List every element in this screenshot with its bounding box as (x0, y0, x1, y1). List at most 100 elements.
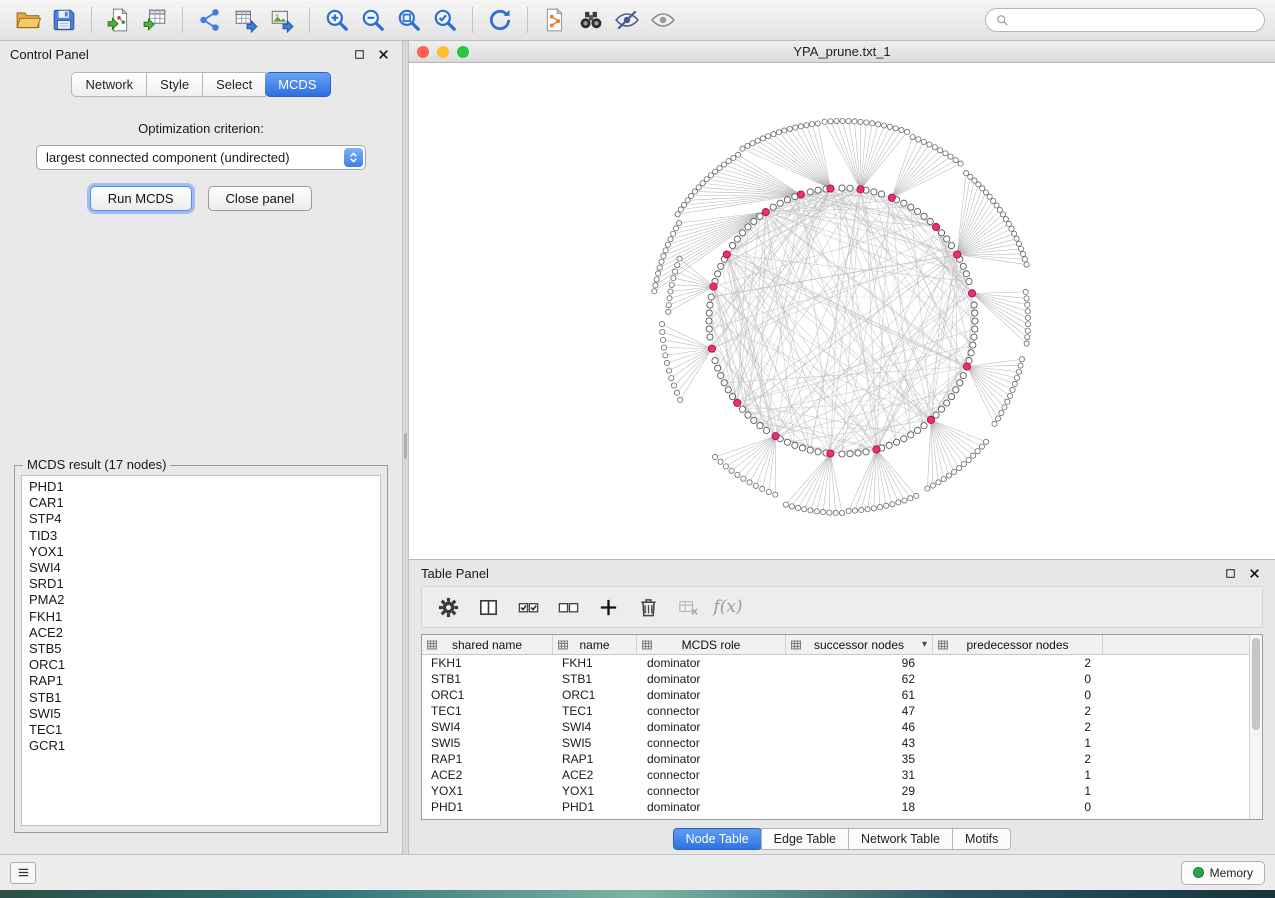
search-input[interactable] (1016, 13, 1255, 27)
network-view[interactable] (409, 63, 1275, 559)
column-header-successor-nodes[interactable]: successor nodes▾ (786, 635, 933, 654)
network-titlebar[interactable]: YPA_prune.txt_1 (409, 41, 1275, 63)
table-row-swi5[interactable]: SWI5SWI5connector431 (422, 735, 1249, 751)
show-all-icon (650, 7, 676, 33)
import-network-button[interactable] (101, 4, 137, 36)
result-node-phd1[interactable]: PHD1 (29, 479, 380, 495)
open-folder-button[interactable] (10, 4, 46, 36)
tab-select[interactable]: Select (203, 72, 266, 97)
mcds-result-list[interactable]: PHD1CAR1STP4TID3YOX1SWI4SRD1PMA2FKH1ACE2… (21, 475, 381, 826)
export-image-button[interactable] (264, 4, 300, 36)
result-node-srd1[interactable]: SRD1 (29, 576, 380, 592)
tab-motifs[interactable]: Motifs (952, 828, 1011, 850)
table-row-rap1[interactable]: RAP1RAP1dominator352 (422, 751, 1249, 767)
optimization-criterion-dropdown[interactable]: largest connected component (undirected) (36, 145, 366, 170)
close-panel-icon[interactable] (374, 46, 392, 64)
split-columns-icon (477, 596, 500, 619)
memory-button[interactable]: Memory (1181, 861, 1265, 885)
table-scrollbar[interactable] (1249, 635, 1262, 819)
column-header-predecessor-nodes[interactable]: predecessor nodes (933, 635, 1103, 654)
result-node-orc1[interactable]: ORC1 (29, 657, 380, 673)
tab-mcds[interactable]: MCDS (265, 72, 330, 97)
table-row-phd1[interactable]: PHD1PHD1dominator180 (422, 799, 1249, 815)
cell: 46 (786, 720, 933, 734)
table-row-stb1[interactable]: STB1STB1dominator620 (422, 671, 1249, 687)
float-panel-icon[interactable] (350, 46, 368, 64)
zoom-fit-button[interactable] (391, 4, 427, 36)
result-node-gcr1[interactable]: GCR1 (29, 738, 380, 754)
cell: 2 (933, 704, 1103, 718)
delete-column-button[interactable] (632, 591, 664, 623)
result-node-stb5[interactable]: STB5 (29, 641, 380, 657)
settings-gear-button[interactable] (432, 591, 464, 623)
column-header-shared-name[interactable]: shared name (422, 635, 553, 654)
result-node-tec1[interactable]: TEC1 (29, 722, 380, 738)
zoom-selected-button[interactable] (427, 4, 463, 36)
table-row-yox1[interactable]: YOX1YOX1connector291 (422, 783, 1249, 799)
table-row-orc1[interactable]: ORC1ORC1dominator610 (422, 687, 1249, 703)
save-button[interactable] (46, 4, 82, 36)
table-tabs: Node TableEdge TableNetwork TableMotifs (409, 824, 1275, 854)
search-box[interactable] (985, 8, 1265, 32)
zoom-out-button[interactable] (355, 4, 391, 36)
result-node-pma2[interactable]: PMA2 (29, 592, 380, 608)
run-mcds-button[interactable]: Run MCDS (90, 186, 192, 211)
cell: ORC1 (553, 688, 637, 702)
control-panel-tabs: NetworkStyleSelectMCDS (0, 72, 402, 97)
table-row-swi4[interactable]: SWI4SWI4dominator462 (422, 719, 1249, 735)
result-node-swi5[interactable]: SWI5 (29, 706, 380, 722)
result-node-stp4[interactable]: STP4 (29, 511, 380, 527)
close-table-panel-icon[interactable] (1245, 564, 1263, 582)
column-label: MCDS role (682, 638, 741, 652)
cytoscape-app-window: Control Panel NetworkStyleSelectMCDS Opt… (0, 0, 1275, 898)
column-header-MCDS-role[interactable]: MCDS role (637, 635, 786, 654)
table-toolbar: f(x) (421, 586, 1263, 628)
save-icon (51, 7, 77, 33)
table-row-ace2[interactable]: ACE2ACE2connector311 (422, 767, 1249, 783)
tab-style[interactable]: Style (147, 72, 203, 97)
result-node-swi4[interactable]: SWI4 (29, 560, 380, 576)
status-menu-button[interactable] (10, 862, 36, 884)
refresh-layout-button[interactable] (482, 4, 518, 36)
tab-network[interactable]: Network (71, 72, 147, 97)
function-builder-button[interactable]: f(x) (712, 591, 744, 623)
export-table-button[interactable] (228, 4, 264, 36)
import-table-button[interactable] (137, 4, 173, 36)
export-network-button[interactable] (192, 4, 228, 36)
status-bar: Memory (0, 854, 1275, 890)
result-node-fkh1[interactable]: FKH1 (29, 609, 380, 625)
select-all-button[interactable] (512, 591, 544, 623)
panel-splitter[interactable] (402, 41, 409, 854)
result-node-rap1[interactable]: RAP1 (29, 673, 380, 689)
clear-table-button[interactable] (672, 591, 704, 623)
result-node-yox1[interactable]: YOX1 (29, 544, 380, 560)
result-node-tid3[interactable]: TID3 (29, 528, 380, 544)
result-node-ace2[interactable]: ACE2 (29, 625, 380, 641)
table-row-fkh1[interactable]: FKH1FKH1dominator962 (422, 655, 1249, 671)
splitter-grip[interactable] (404, 433, 407, 459)
deselect-all-button[interactable] (552, 591, 584, 623)
cell: FKH1 (553, 656, 637, 670)
show-all-button[interactable] (645, 4, 681, 36)
add-column-button[interactable] (592, 591, 624, 623)
cell: 31 (786, 768, 933, 782)
tab-edge-table[interactable]: Edge Table (761, 828, 849, 850)
zoom-in-button[interactable] (319, 4, 355, 36)
scrollbar-thumb[interactable] (1252, 638, 1260, 730)
network-canvas[interactable] (409, 63, 1275, 559)
cell: dominator (637, 720, 786, 734)
hide-selected-button[interactable] (609, 4, 645, 36)
float-table-panel-icon[interactable] (1221, 564, 1239, 582)
cell: 61 (786, 688, 933, 702)
result-node-car1[interactable]: CAR1 (29, 495, 380, 511)
split-columns-button[interactable] (472, 591, 504, 623)
tab-network-table[interactable]: Network Table (848, 828, 953, 850)
table-row-tec1[interactable]: TEC1TEC1connector472 (422, 703, 1249, 719)
search-network-button[interactable] (573, 4, 609, 36)
network-share-button[interactable] (537, 4, 573, 36)
tab-node-table[interactable]: Node Table (673, 828, 762, 850)
sort-menu-icon[interactable]: ▾ (922, 639, 927, 650)
column-header-name[interactable]: name (553, 635, 637, 654)
close-panel-button[interactable]: Close panel (208, 186, 313, 211)
result-node-stb1[interactable]: STB1 (29, 690, 380, 706)
